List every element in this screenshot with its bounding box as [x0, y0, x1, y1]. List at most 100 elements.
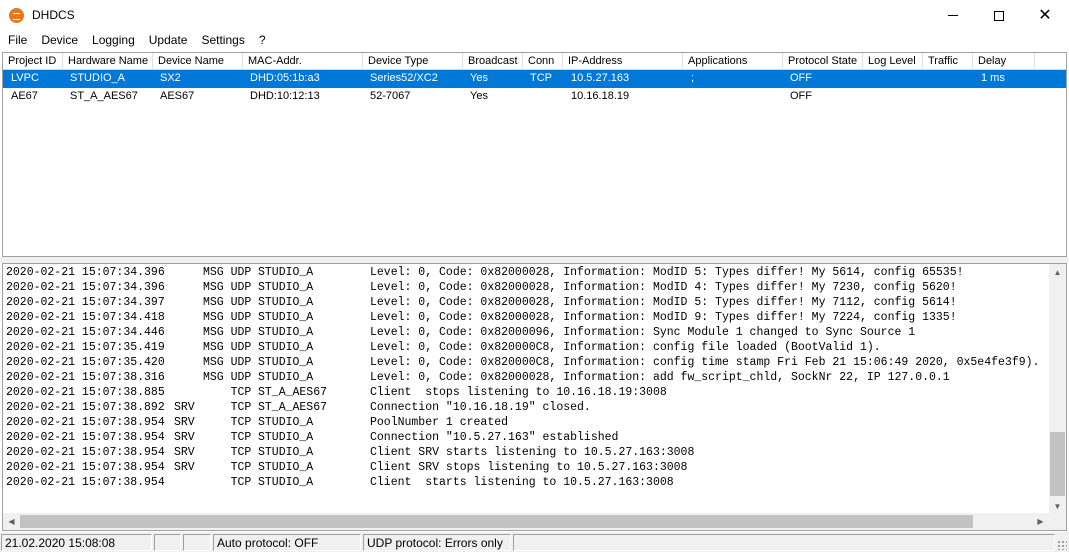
- log-message: Client starts listening to 10.5.27.163:3…: [370, 476, 674, 489]
- log-device: STUDIO_A: [258, 371, 314, 384]
- log-source: SRV: [174, 416, 195, 429]
- log-protocol: TCP: [203, 401, 252, 414]
- maximize-icon: [994, 10, 1004, 21]
- close-icon: ✕: [1038, 6, 1052, 24]
- log-device: STUDIO_A: [258, 476, 314, 489]
- log-device: STUDIO_A: [258, 266, 314, 279]
- column-header-broadcast[interactable]: Broadcast: [463, 53, 523, 70]
- log-message: Client SRV stops listening to 10.5.27.16…: [370, 461, 688, 474]
- column-header-device-name[interactable]: Device Name: [153, 53, 243, 70]
- log-device: STUDIO_A: [258, 356, 314, 369]
- table-row[interactable]: AE67 ST_A_AES67 AES67 DHD:10:12:13 52-70…: [3, 88, 1066, 106]
- scroll-right-arrow-icon[interactable]: ▶: [1032, 513, 1049, 530]
- log-protocol: TCP: [203, 431, 252, 444]
- log-protocol: MSG UDP: [203, 296, 252, 309]
- menu-help[interactable]: ?: [252, 31, 273, 51]
- cell-project-id: AE67: [11, 90, 38, 102]
- cell-device-type: Series52/XC2: [370, 72, 438, 84]
- log-timestamp: 2020-02-21 15:07:38.954: [6, 461, 165, 474]
- log-timestamp: 2020-02-21 15:07:38.885: [6, 386, 165, 399]
- log-protocol: MSG UDP: [203, 311, 252, 324]
- horizontal-scrollbar[interactable]: ◀ ▶: [3, 513, 1066, 530]
- log-message: Level: 0, Code: 0x82000028, Information:…: [370, 371, 950, 384]
- window-title: DHDCS: [32, 8, 75, 22]
- close-button[interactable]: ✕: [1022, 0, 1068, 31]
- column-header-device-type[interactable]: Device Type: [363, 53, 463, 70]
- log-timestamp: 2020-02-21 15:07:34.397: [6, 296, 165, 309]
- cell-applications: ;: [691, 72, 695, 84]
- log-timestamp: 2020-02-21 15:07:38.316: [6, 371, 165, 384]
- minimize-button[interactable]: [930, 0, 976, 31]
- column-header-conn[interactable]: Conn: [523, 53, 563, 70]
- log-device: STUDIO_A: [258, 446, 314, 459]
- status-udp-protocol: UDP protocol: Errors only: [363, 534, 511, 551]
- log-timestamp: 2020-02-21 15:07:38.954: [6, 476, 165, 489]
- menu-device[interactable]: Device: [34, 31, 85, 51]
- maximize-button[interactable]: [976, 0, 1022, 31]
- log-timestamp: 2020-02-21 15:07:35.420: [6, 356, 165, 369]
- log-protocol: TCP: [203, 461, 252, 474]
- cell-hardware-name: STUDIO_A: [70, 72, 126, 84]
- log-message: Level: 0, Code: 0x82000096, Information:…: [370, 326, 916, 339]
- log-source: SRV: [174, 401, 195, 414]
- log-message: Level: 0, Code: 0x820000C8, Information:…: [370, 356, 1040, 369]
- log-timestamp: 2020-02-21 15:07:34.418: [6, 311, 165, 324]
- log-message: Level: 0, Code: 0x82000028, Information:…: [370, 311, 957, 324]
- log-timestamp: 2020-02-21 15:07:34.396: [6, 266, 165, 279]
- cell-mac: DHD:10:12:13: [250, 90, 320, 102]
- log-device: STUDIO_A: [258, 296, 314, 309]
- table-header: Project ID Hardware Name Device Name MAC…: [3, 53, 1066, 70]
- cell-ip: 10.5.27.163: [571, 72, 630, 84]
- log-device: STUDIO_A: [258, 281, 314, 294]
- log-timestamp: 2020-02-21 15:07:38.954: [6, 446, 165, 459]
- vertical-scrollbar[interactable]: ▲ ▼: [1049, 264, 1066, 515]
- cell-broadcast: Yes: [470, 90, 488, 102]
- log-timestamp: 2020-02-21 15:07:35.419: [6, 341, 165, 354]
- column-header-traffic[interactable]: Traffic: [923, 53, 973, 70]
- status-panel-empty: [513, 534, 1055, 551]
- column-header-applications[interactable]: Applications: [683, 53, 783, 70]
- column-header-protocol-state[interactable]: Protocol State: [783, 53, 863, 70]
- device-table[interactable]: Project ID Hardware Name Device Name MAC…: [2, 52, 1067, 257]
- column-header-hardware-name[interactable]: Hardware Name: [63, 53, 153, 70]
- log-device: STUDIO_A: [258, 431, 314, 444]
- scroll-left-arrow-icon[interactable]: ◀: [3, 513, 20, 530]
- column-header-delay[interactable]: Delay: [973, 53, 1035, 70]
- log-message: Connection "10.16.18.19" closed.: [370, 401, 591, 414]
- log-protocol: MSG UDP: [203, 371, 252, 384]
- log-protocol: MSG UDP: [203, 326, 252, 339]
- menu-file[interactable]: File: [0, 31, 34, 51]
- log-device: ST_A_AES67: [258, 401, 328, 414]
- cell-protocol-state: OFF: [790, 72, 812, 84]
- cell-protocol-state: OFF: [790, 90, 812, 102]
- log-message: Connection "10.5.27.163" established: [370, 431, 619, 444]
- log-source: SRV: [174, 431, 195, 444]
- scroll-up-arrow-icon[interactable]: ▲: [1049, 264, 1066, 281]
- horizontal-scroll-thumb[interactable]: [20, 515, 973, 528]
- cell-hardware-name: ST_A_AES67: [70, 90, 138, 102]
- status-panel-empty: [154, 534, 181, 551]
- column-header-mac-addr[interactable]: MAC-Addr.: [243, 53, 363, 70]
- resize-grip-icon[interactable]: [1057, 540, 1067, 550]
- column-header-log-level[interactable]: Log Level: [863, 53, 923, 70]
- log-protocol: TCP: [203, 416, 252, 429]
- log-protocol: MSG UDP: [203, 266, 252, 279]
- cell-mac: DHD:05:1b:a3: [250, 72, 320, 84]
- menu-update[interactable]: Update: [142, 31, 195, 51]
- column-header-ip-address[interactable]: IP-Address: [563, 53, 683, 70]
- cell-broadcast: Yes: [470, 72, 488, 84]
- log-message: PoolNumber 1 created: [370, 416, 509, 429]
- column-header-project-id[interactable]: Project ID: [3, 53, 63, 70]
- table-row[interactable]: LVPC STUDIO_A SX2 DHD:05:1b:a3 Series52/…: [3, 70, 1066, 88]
- log-protocol: MSG UDP: [203, 341, 252, 354]
- menu-settings[interactable]: Settings: [194, 31, 251, 51]
- log-message: Level: 0, Code: 0x82000028, Information:…: [370, 281, 957, 294]
- log-device: STUDIO_A: [258, 341, 314, 354]
- menu-logging[interactable]: Logging: [85, 31, 142, 51]
- log-protocol: TCP: [203, 386, 252, 399]
- log-view[interactable]: 2020-02-21 15:07:34.396 MSG UDP STUDIO_A Le…: [2, 263, 1067, 531]
- log-device: STUDIO_A: [258, 416, 314, 429]
- log-timestamp: 2020-02-21 15:07:38.954: [6, 431, 165, 444]
- log-message: Level: 0, Code: 0x82000028, Information:…: [370, 266, 964, 279]
- vertical-scroll-thumb[interactable]: [1050, 432, 1065, 496]
